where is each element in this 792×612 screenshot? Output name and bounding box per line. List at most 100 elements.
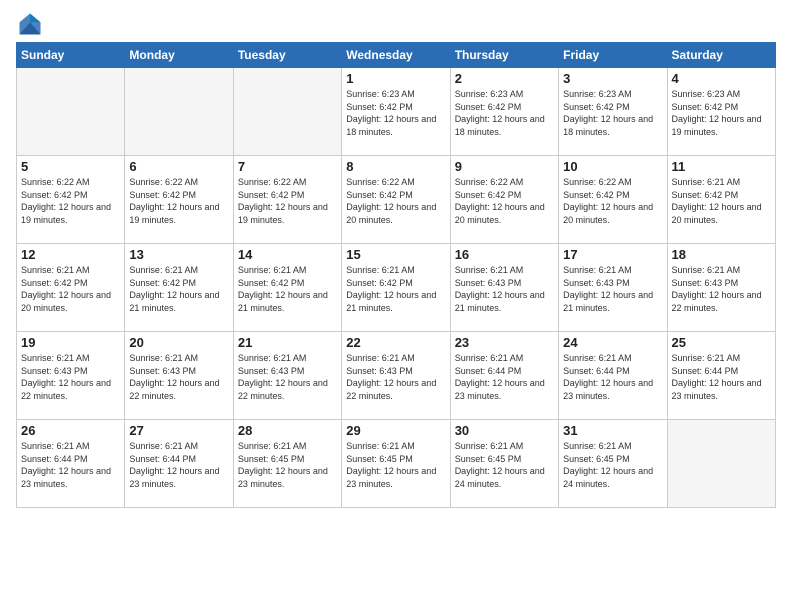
calendar-cell: 20 Sunrise: 6:21 AMSunset: 6:43 PMDayligh… bbox=[125, 332, 233, 420]
day-number: 10 bbox=[563, 159, 662, 174]
day-number: 1 bbox=[346, 71, 445, 86]
calendar-cell: 26 Sunrise: 6:21 AMSunset: 6:44 PMDayligh… bbox=[17, 420, 125, 508]
col-header-monday: Monday bbox=[125, 43, 233, 68]
calendar-cell: 8 Sunrise: 6:22 AMSunset: 6:42 PMDaylight… bbox=[342, 156, 450, 244]
day-number: 19 bbox=[21, 335, 120, 350]
day-info: Sunrise: 6:22 AMSunset: 6:42 PMDaylight:… bbox=[238, 176, 337, 226]
calendar-cell bbox=[17, 68, 125, 156]
calendar-cell: 12Sunrise: 6:21 AMSunset: 6:42 PMDayligh… bbox=[17, 244, 125, 332]
calendar-cell: 25 Sunrise: 6:21 AMSunset: 6:44 PMDayligh… bbox=[667, 332, 775, 420]
calendar-week-row: 1 Sunrise: 6:23 AMSunset: 6:42 PMDaylight… bbox=[17, 68, 776, 156]
day-info: Sunrise: 6:23 AMSunset: 6:42 PMDaylight:… bbox=[672, 88, 771, 138]
calendar-cell: 24 Sunrise: 6:21 AMSunset: 6:44 PMDayligh… bbox=[559, 332, 667, 420]
calendar-cell bbox=[667, 420, 775, 508]
col-header-friday: Friday bbox=[559, 43, 667, 68]
day-number: 11 bbox=[672, 159, 771, 174]
day-info: Sunrise: 6:21 AMSunset: 6:44 PMDaylight:… bbox=[21, 440, 120, 490]
calendar-cell: 2Sunrise: 6:23 AMSunset: 6:42 PMDaylight… bbox=[450, 68, 558, 156]
col-header-thursday: Thursday bbox=[450, 43, 558, 68]
logo bbox=[16, 10, 48, 38]
calendar-cell: 15Sunrise: 6:21 AMSunset: 6:42 PMDayligh… bbox=[342, 244, 450, 332]
col-header-sunday: Sunday bbox=[17, 43, 125, 68]
calendar-cell: 16Sunrise: 6:21 AMSunset: 6:43 PMDayligh… bbox=[450, 244, 558, 332]
day-number: 26 bbox=[21, 423, 120, 438]
day-number: 27 bbox=[129, 423, 228, 438]
col-header-wednesday: Wednesday bbox=[342, 43, 450, 68]
calendar-cell: 21 Sunrise: 6:21 AMSunset: 6:43 PMDayligh… bbox=[233, 332, 341, 420]
day-info: Sunrise: 6:22 AMSunset: 6:42 PMDaylight:… bbox=[346, 176, 445, 226]
calendar-cell: 13Sunrise: 6:21 AMSunset: 6:42 PMDayligh… bbox=[125, 244, 233, 332]
day-info: Sunrise: 6:21 AMSunset: 6:42 PMDaylight:… bbox=[21, 264, 120, 314]
day-info: Sunrise: 6:21 AMSunset: 6:43 PMDaylight:… bbox=[238, 352, 337, 402]
day-info: Sunrise: 6:23 AMSunset: 6:42 PMDaylight:… bbox=[346, 88, 445, 138]
day-info: Sunrise: 6:21 AMSunset: 6:44 PMDaylight:… bbox=[455, 352, 554, 402]
day-number: 15 bbox=[346, 247, 445, 262]
calendar-header-row: SundayMondayTuesdayWednesdayThursdayFrid… bbox=[17, 43, 776, 68]
day-number: 24 bbox=[563, 335, 662, 350]
calendar-cell: 5Sunrise: 6:22 AMSunset: 6:42 PMDaylight… bbox=[17, 156, 125, 244]
day-info: Sunrise: 6:22 AMSunset: 6:42 PMDaylight:… bbox=[563, 176, 662, 226]
col-header-saturday: Saturday bbox=[667, 43, 775, 68]
calendar-cell: 28 Sunrise: 6:21 AMSunset: 6:45 PMDayligh… bbox=[233, 420, 341, 508]
day-number: 23 bbox=[455, 335, 554, 350]
calendar-cell: 1 Sunrise: 6:23 AMSunset: 6:42 PMDaylight… bbox=[342, 68, 450, 156]
day-number: 2 bbox=[455, 71, 554, 86]
calendar-cell: 9 Sunrise: 6:22 AMSunset: 6:42 PMDaylight… bbox=[450, 156, 558, 244]
day-number: 28 bbox=[238, 423, 337, 438]
day-info: Sunrise: 6:21 AMSunset: 6:43 PMDaylight:… bbox=[455, 264, 554, 314]
calendar-cell: 6 Sunrise: 6:22 AMSunset: 6:42 PMDaylight… bbox=[125, 156, 233, 244]
calendar-cell: 30 Sunrise: 6:21 AMSunset: 6:45 PMDayligh… bbox=[450, 420, 558, 508]
day-info: Sunrise: 6:21 AMSunset: 6:45 PMDaylight:… bbox=[238, 440, 337, 490]
calendar-week-row: 12Sunrise: 6:21 AMSunset: 6:42 PMDayligh… bbox=[17, 244, 776, 332]
day-info: Sunrise: 6:21 AMSunset: 6:44 PMDaylight:… bbox=[672, 352, 771, 402]
day-info: Sunrise: 6:21 AMSunset: 6:43 PMDaylight:… bbox=[21, 352, 120, 402]
day-info: Sunrise: 6:21 AMSunset: 6:43 PMDaylight:… bbox=[129, 352, 228, 402]
day-number: 25 bbox=[672, 335, 771, 350]
day-info: Sunrise: 6:22 AMSunset: 6:42 PMDaylight:… bbox=[455, 176, 554, 226]
calendar-cell bbox=[125, 68, 233, 156]
day-info: Sunrise: 6:21 AMSunset: 6:45 PMDaylight:… bbox=[346, 440, 445, 490]
day-info: Sunrise: 6:21 AMSunset: 6:45 PMDaylight:… bbox=[455, 440, 554, 490]
calendar-week-row: 5Sunrise: 6:22 AMSunset: 6:42 PMDaylight… bbox=[17, 156, 776, 244]
day-number: 31 bbox=[563, 423, 662, 438]
page: SundayMondayTuesdayWednesdayThursdayFrid… bbox=[0, 0, 792, 612]
calendar-table: SundayMondayTuesdayWednesdayThursdayFrid… bbox=[16, 42, 776, 508]
day-info: Sunrise: 6:21 AMSunset: 6:42 PMDaylight:… bbox=[672, 176, 771, 226]
day-number: 30 bbox=[455, 423, 554, 438]
calendar-cell: 19 Sunrise: 6:21 AMSunset: 6:43 PMDayligh… bbox=[17, 332, 125, 420]
calendar-cell: 29Sunrise: 6:21 AMSunset: 6:45 PMDayligh… bbox=[342, 420, 450, 508]
calendar-week-row: 26 Sunrise: 6:21 AMSunset: 6:44 PMDayligh… bbox=[17, 420, 776, 508]
day-number: 7 bbox=[238, 159, 337, 174]
calendar-cell: 17Sunrise: 6:21 AMSunset: 6:43 PMDayligh… bbox=[559, 244, 667, 332]
day-number: 9 bbox=[455, 159, 554, 174]
day-info: Sunrise: 6:21 AMSunset: 6:44 PMDaylight:… bbox=[563, 352, 662, 402]
calendar-cell: 18 Sunrise: 6:21 AMSunset: 6:43 PMDayligh… bbox=[667, 244, 775, 332]
day-number: 14 bbox=[238, 247, 337, 262]
day-info: Sunrise: 6:21 AMSunset: 6:43 PMDaylight:… bbox=[563, 264, 662, 314]
day-info: Sunrise: 6:23 AMSunset: 6:42 PMDaylight:… bbox=[563, 88, 662, 138]
calendar-cell: 23 Sunrise: 6:21 AMSunset: 6:44 PMDayligh… bbox=[450, 332, 558, 420]
day-number: 3 bbox=[563, 71, 662, 86]
day-number: 22 bbox=[346, 335, 445, 350]
calendar-cell: 4 Sunrise: 6:23 AMSunset: 6:42 PMDaylight… bbox=[667, 68, 775, 156]
day-info: Sunrise: 6:21 AMSunset: 6:43 PMDaylight:… bbox=[346, 352, 445, 402]
day-number: 21 bbox=[238, 335, 337, 350]
col-header-tuesday: Tuesday bbox=[233, 43, 341, 68]
day-info: Sunrise: 6:21 AMSunset: 6:42 PMDaylight:… bbox=[129, 264, 228, 314]
logo-icon bbox=[16, 10, 44, 38]
day-info: Sunrise: 6:22 AMSunset: 6:42 PMDaylight:… bbox=[21, 176, 120, 226]
day-number: 18 bbox=[672, 247, 771, 262]
day-info: Sunrise: 6:21 AMSunset: 6:44 PMDaylight:… bbox=[129, 440, 228, 490]
calendar-cell: 3 Sunrise: 6:23 AMSunset: 6:42 PMDaylight… bbox=[559, 68, 667, 156]
day-number: 6 bbox=[129, 159, 228, 174]
day-info: Sunrise: 6:22 AMSunset: 6:42 PMDaylight:… bbox=[129, 176, 228, 226]
day-number: 8 bbox=[346, 159, 445, 174]
day-number: 4 bbox=[672, 71, 771, 86]
day-number: 20 bbox=[129, 335, 228, 350]
day-info: Sunrise: 6:21 AMSunset: 6:45 PMDaylight:… bbox=[563, 440, 662, 490]
calendar-cell: 11 Sunrise: 6:21 AMSunset: 6:42 PMDayligh… bbox=[667, 156, 775, 244]
calendar-cell: 14Sunrise: 6:21 AMSunset: 6:42 PMDayligh… bbox=[233, 244, 341, 332]
day-info: Sunrise: 6:21 AMSunset: 6:43 PMDaylight:… bbox=[672, 264, 771, 314]
calendar-cell: 22 Sunrise: 6:21 AMSunset: 6:43 PMDayligh… bbox=[342, 332, 450, 420]
calendar-cell: 7 Sunrise: 6:22 AMSunset: 6:42 PMDaylight… bbox=[233, 156, 341, 244]
